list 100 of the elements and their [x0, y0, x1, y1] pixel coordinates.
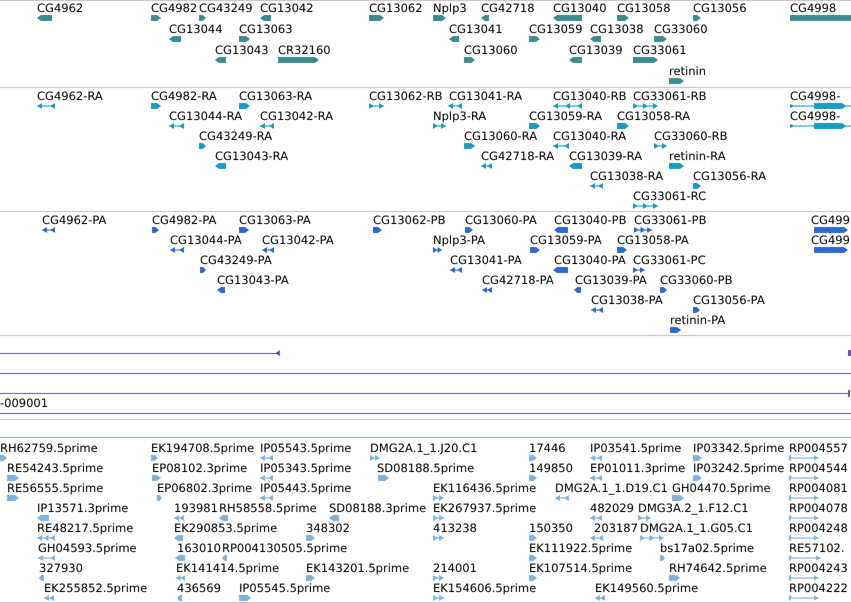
- arrow-icon[interactable]: [0, 455, 7, 461]
- arrow-icon[interactable]: [574, 287, 581, 293]
- chevron-arrows-icon[interactable]: [640, 535, 664, 541]
- arrow-icon[interactable]: [814, 227, 848, 233]
- chevron-arrows-icon[interactable]: [42, 227, 55, 233]
- arrow-icon[interactable]: [529, 123, 540, 129]
- arrow-icon[interactable]: [660, 287, 667, 293]
- chevron-arrows-icon[interactable]: [369, 103, 384, 109]
- arrow-icon[interactable]: [529, 575, 537, 581]
- chevron-arrows-icon[interactable]: [169, 123, 184, 129]
- arrow-icon[interactable]: [169, 36, 181, 42]
- chevron-arrows-icon[interactable]: [433, 495, 444, 501]
- arrow-icon[interactable]: [157, 495, 162, 501]
- arrow-icon[interactable]: [590, 36, 601, 42]
- arrow-icon[interactable]: [174, 535, 183, 541]
- chevron-arrows-icon[interactable]: [38, 555, 55, 561]
- arrow-icon[interactable]: [433, 15, 446, 21]
- arrow-icon[interactable]: [175, 555, 185, 561]
- chevron-arrows-icon[interactable]: [433, 535, 444, 541]
- chevron-arrows-icon[interactable]: [260, 495, 273, 501]
- arrow-icon[interactable]: [239, 595, 251, 601]
- arrow-icon[interactable]: [569, 57, 582, 63]
- arrow-icon[interactable]: [215, 57, 226, 63]
- chevron-arrows-icon[interactable]: [260, 475, 273, 481]
- transcript-line[interactable]: [0, 390, 850, 397]
- arrow-icon[interactable]: [306, 575, 315, 581]
- arrow-icon[interactable]: [553, 267, 568, 273]
- arrow-icon[interactable]: [306, 535, 315, 541]
- chevron-arrows-icon[interactable]: [590, 455, 602, 461]
- arrow-icon[interactable]: [239, 227, 249, 233]
- arrow-icon[interactable]: [465, 227, 473, 233]
- chevron-arrows-icon[interactable]: [433, 515, 444, 521]
- arrow-icon[interactable]: [199, 15, 206, 21]
- chevron-arrows-icon[interactable]: [595, 595, 605, 601]
- arrow-icon[interactable]: [529, 475, 537, 481]
- arrow-icon[interactable]: [617, 15, 629, 21]
- arrow-icon[interactable]: [464, 57, 475, 63]
- chevron-arrows-icon[interactable]: [590, 183, 603, 189]
- chevron-arrows-icon[interactable]: [590, 475, 602, 481]
- arrow-icon[interactable]: [7, 495, 19, 501]
- arrow-icon[interactable]: [151, 455, 158, 461]
- arrow-icon[interactable]: [222, 555, 227, 561]
- arrow-icon[interactable]: [37, 15, 52, 21]
- arrow-icon[interactable]: [378, 475, 389, 481]
- arrow-icon[interactable]: [693, 455, 702, 461]
- arrow-icon[interactable]: [219, 515, 228, 521]
- arrow-icon[interactable]: [449, 36, 459, 42]
- arrow-icon[interactable]: [464, 143, 475, 149]
- chevron-arrows-icon[interactable]: [433, 595, 444, 601]
- chevron-arrows-icon[interactable]: [260, 455, 273, 461]
- arrow-icon[interactable]: [217, 287, 225, 293]
- chevron-arrows-icon[interactable]: [553, 143, 569, 149]
- arrow-icon[interactable]: [617, 123, 629, 129]
- arrow-icon[interactable]: [151, 103, 161, 109]
- chevron-arrows-icon[interactable]: [433, 123, 446, 129]
- arrow-icon[interactable]: [530, 247, 540, 253]
- chevron-arrows-icon[interactable]: [448, 103, 462, 109]
- chevron-arrows-icon[interactable]: [37, 103, 55, 109]
- arrow-icon[interactable]: [260, 15, 271, 21]
- chevron-arrows-icon[interactable]: [370, 455, 380, 461]
- arrow-icon[interactable]: [553, 15, 582, 21]
- arrow-icon[interactable]: [633, 57, 658, 63]
- arrow-icon[interactable]: [37, 515, 49, 521]
- chevron-arrows-icon[interactable]: [170, 247, 184, 253]
- arrow-icon[interactable]: [693, 475, 702, 481]
- arrow-icon[interactable]: [569, 163, 582, 169]
- arrow-icon[interactable]: [617, 247, 627, 253]
- arrow-icon[interactable]: [529, 535, 537, 541]
- arrow-icon[interactable]: [39, 575, 44, 581]
- arrow-icon[interactable]: [529, 555, 537, 561]
- chevron-arrows-icon[interactable]: [634, 227, 652, 233]
- chevron-arrows-icon[interactable]: [433, 575, 444, 581]
- chevron-arrows-icon[interactable]: [433, 247, 442, 253]
- chevron-arrows-icon[interactable]: [37, 535, 55, 541]
- chevron-arrows-icon[interactable]: [44, 595, 54, 601]
- arrow-icon[interactable]: [200, 267, 206, 273]
- chevron-arrows-icon[interactable]: [482, 287, 492, 293]
- arrow-icon[interactable]: [554, 227, 568, 233]
- chevron-arrows-icon[interactable]: [262, 247, 274, 253]
- arrow-icon[interactable]: [481, 15, 489, 21]
- chevron-arrows-icon[interactable]: [555, 495, 569, 501]
- chevron-arrows-icon[interactable]: [260, 123, 274, 129]
- transcript-line[interactable]: [0, 350, 280, 356]
- arrow-icon[interactable]: [152, 227, 159, 233]
- chevron-arrows-icon[interactable]: [590, 535, 603, 541]
- arrow-icon[interactable]: [7, 475, 19, 481]
- arrow-icon[interactable]: [369, 15, 384, 21]
- chevron-arrows-icon[interactable]: [590, 515, 602, 521]
- arrow-icon[interactable]: [654, 36, 667, 42]
- arrow-icon[interactable]: [239, 36, 250, 42]
- chevron-arrows-icon[interactable]: [174, 515, 184, 521]
- arrow-icon[interactable]: [529, 36, 540, 42]
- chevron-arrows-icon[interactable]: [654, 143, 667, 149]
- chevron-arrows-icon[interactable]: [638, 515, 651, 521]
- arrow-icon[interactable]: [693, 183, 701, 189]
- arrow-icon[interactable]: [529, 455, 537, 461]
- arrow-icon[interactable]: [693, 307, 700, 313]
- arrow-icon[interactable]: [278, 57, 319, 63]
- arrow-icon[interactable]: [177, 595, 182, 601]
- chevron-arrows-icon[interactable]: [633, 267, 645, 273]
